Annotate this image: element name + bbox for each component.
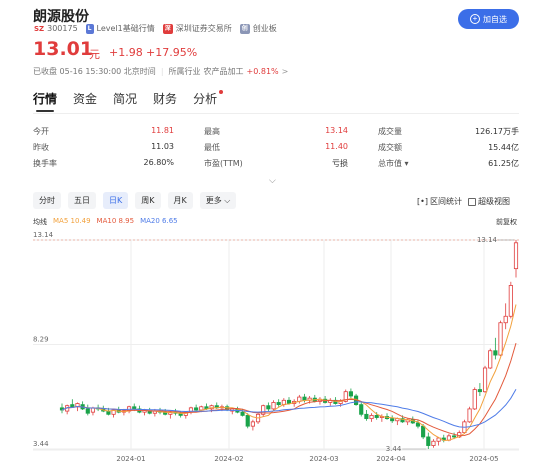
ma5-line (61, 304, 517, 441)
ma10-line (61, 342, 517, 437)
candle-body (493, 350, 498, 356)
x-tick-label: 2024-05 (469, 455, 498, 463)
candle-body (276, 402, 281, 406)
candle-body (250, 421, 255, 427)
candle-body (271, 402, 276, 410)
x-tick-label: 2024-04 (376, 455, 406, 463)
candle-body (488, 350, 493, 369)
candle-body (286, 399, 292, 404)
min-price-label: 3.44 (386, 445, 402, 453)
candle-body (452, 435, 457, 438)
candle-body (199, 406, 204, 411)
x-tick-label: 2024-01 (116, 455, 145, 463)
candle-body (70, 404, 75, 408)
x-tick-label: 2024-02 (214, 455, 243, 463)
candlestick-chart[interactable]: 13.14 8.29 3.44 2024-01 2024-02 2024-03 2024-0… (0, 0, 554, 470)
candle-body (472, 389, 477, 410)
candle-body (498, 322, 503, 356)
candle-body (266, 405, 271, 410)
candle-body (302, 396, 307, 401)
candle-body (240, 411, 245, 416)
candle-body (374, 414, 379, 418)
y-tick-label: 8.29 (33, 336, 49, 344)
candle-body (508, 285, 513, 317)
max-price-label: 13.14 (477, 236, 498, 244)
candle-body (431, 440, 436, 446)
candle-body (415, 422, 421, 427)
x-tick-label: 2024-03 (309, 455, 338, 463)
candle-body (132, 406, 137, 410)
candle-body (194, 407, 199, 411)
candle-body (348, 391, 353, 397)
y-tick-label: 13.14 (33, 231, 54, 239)
candle-body (482, 367, 488, 393)
y-tick-label: 3.44 (33, 440, 49, 448)
candle-body (467, 408, 472, 423)
candle-body (421, 425, 426, 438)
candle-body (477, 389, 482, 393)
candle-body (245, 414, 250, 427)
candle-body (369, 414, 374, 420)
candle-body (364, 413, 369, 420)
candle-body (426, 436, 431, 446)
candle-body (503, 315, 508, 324)
candle-body (513, 242, 519, 270)
candle-body (359, 404, 364, 415)
candle-body (85, 408, 90, 414)
candle-body (390, 418, 395, 422)
